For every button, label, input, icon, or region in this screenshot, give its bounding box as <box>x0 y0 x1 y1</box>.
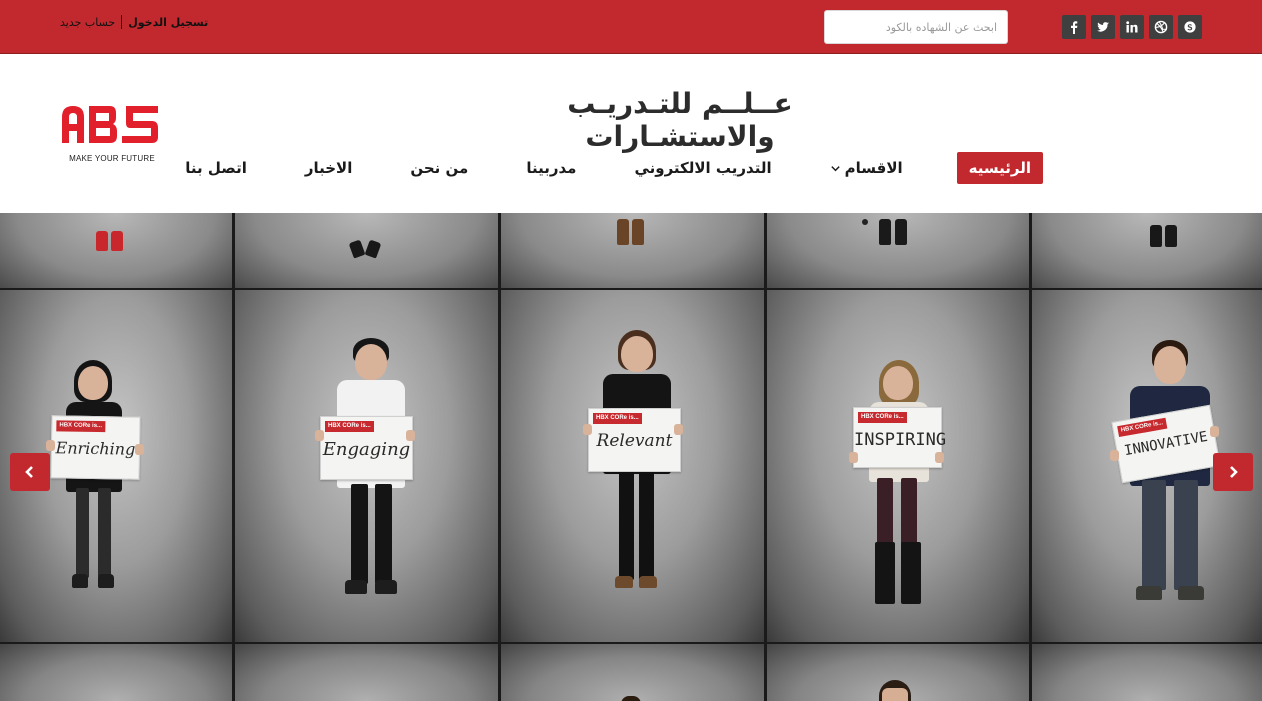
sign-board-strip: HBX CORe is... <box>858 412 907 423</box>
nav-sections[interactable]: الاقسام <box>830 159 903 177</box>
sign-board: HBX CORe is... Relevant <box>588 408 681 472</box>
hero-tile <box>0 644 232 701</box>
hero-tile <box>235 213 498 288</box>
person-figure <box>581 330 691 620</box>
hero-tile: HBX CORe is... Engaging <box>235 290 498 642</box>
slider-prev-button[interactable] <box>10 453 50 491</box>
hero-top-row <box>0 213 1262 288</box>
main-nav: الرئيسيه الاقسام التدريب الالكتروني مدرب… <box>185 151 1043 185</box>
dribbble-link[interactable] <box>1149 15 1173 39</box>
person-figure <box>46 360 146 620</box>
twitter-icon <box>1097 22 1109 32</box>
nav-contact[interactable]: اتصل بنا <box>185 159 247 177</box>
top-bar: تسجيل الدخول حساب جديد <box>0 0 1262 54</box>
hero-tile <box>1032 644 1262 701</box>
site-title: عــلــم للتـدريـب والاستشـارات <box>567 87 793 153</box>
social-links <box>1062 15 1202 39</box>
chevron-right-icon <box>1230 466 1238 478</box>
chevron-left-icon <box>25 466 33 478</box>
sign-board: HBX CORe is... Engaging <box>320 416 413 480</box>
sign-board-strip: HBX CORe is... <box>593 413 642 424</box>
hero-tile <box>767 213 1029 288</box>
nav-sections-label: الاقسام <box>844 159 903 177</box>
hero-main-row: HBX CORe is... Enriching HBX CORe is... … <box>0 290 1262 642</box>
nav-elearning[interactable]: التدريب الالكتروني <box>634 159 771 177</box>
person-figure <box>849 360 949 630</box>
hero-tile: HBX CORe is... Relevant <box>501 290 764 642</box>
hero-tile <box>0 213 232 288</box>
hero-tile <box>501 213 764 288</box>
nav-trainers[interactable]: مدربينا <box>526 159 576 177</box>
hero-tile: HBX CORe is... INSPIRING <box>767 290 1029 642</box>
skype-link[interactable] <box>1178 15 1202 39</box>
linkedin-link[interactable] <box>1120 15 1144 39</box>
nav-home[interactable]: الرئيسيه <box>956 152 1043 184</box>
linkedin-icon <box>1126 21 1138 33</box>
hero-tile <box>235 644 498 701</box>
twitter-link[interactable] <box>1091 15 1115 39</box>
sign-board-word: INSPIRING <box>854 430 947 450</box>
register-link[interactable]: حساب جديد <box>60 16 115 29</box>
logo[interactable]: MAKE YOUR FUTURE <box>60 103 164 165</box>
login-link[interactable]: تسجيل الدخول <box>128 16 208 29</box>
chevron-down-icon <box>830 163 841 174</box>
slider-next-button[interactable] <box>1213 453 1253 491</box>
logo-mark <box>62 106 158 143</box>
sign-board-word: Engaging <box>322 439 411 460</box>
hero-tile <box>1032 213 1262 288</box>
nav-news[interactable]: الاخبار <box>305 159 353 177</box>
site-header: MAKE YOUR FUTURE عــلــم للتـدريـب والاس… <box>0 55 1262 213</box>
hero-tile <box>501 644 764 701</box>
sign-board-strip: HBX CORe is... <box>1117 417 1168 438</box>
facebook-link[interactable] <box>1062 15 1086 39</box>
sign-board-word: Relevant <box>596 431 673 451</box>
nav-about[interactable]: من نحن <box>410 159 468 177</box>
hero-tile <box>767 644 1029 701</box>
hero-slider: HBX CORe is... Enriching HBX CORe is... … <box>0 213 1262 701</box>
sign-board-word: Enriching <box>55 438 136 459</box>
sign-board-strip: HBX CORe is... <box>56 420 106 433</box>
skype-icon <box>1184 21 1196 33</box>
logo-tagline: MAKE YOUR FUTURE <box>69 154 155 163</box>
auth-separator <box>121 15 123 29</box>
facebook-icon <box>1071 21 1078 34</box>
certificate-search-input[interactable] <box>824 10 1008 44</box>
dribbble-icon <box>1154 20 1168 34</box>
sign-board-strip: HBX CORe is... <box>325 421 374 432</box>
sign-board: HBX CORe is... Enriching <box>50 415 141 480</box>
auth-links: تسجيل الدخول حساب جديد <box>60 15 208 29</box>
sign-board: HBX CORe is... INSPIRING <box>853 407 947 468</box>
hero-bottom-row <box>0 644 1262 701</box>
